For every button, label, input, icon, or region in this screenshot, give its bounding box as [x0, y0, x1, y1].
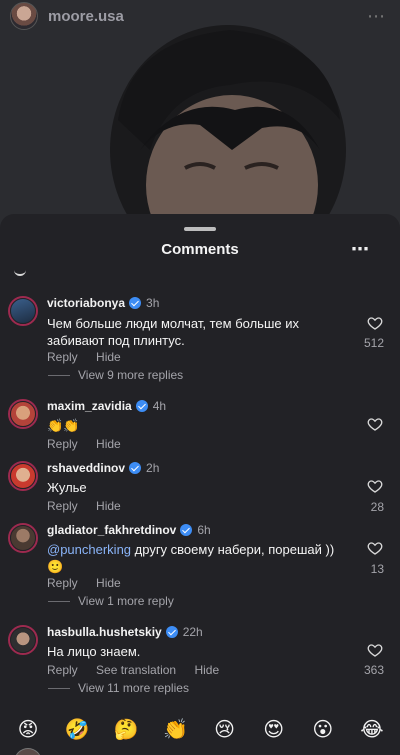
comment-text: На лицо знаем. [47, 644, 141, 659]
reply-button[interactable]: Reply [47, 576, 78, 590]
replies-divider [48, 374, 70, 376]
emoji-heart-eyes[interactable]: 😍 [260, 717, 288, 742]
view-more-replies-label: View 9 more replies [78, 368, 184, 382]
view-more-replies[interactable]: View 1 more reply [48, 594, 174, 608]
comment-actions: Reply Hide [47, 350, 136, 364]
comment-header: victoriabonya 3h [47, 296, 159, 310]
emoji-surprised[interactable]: 😮 [309, 717, 337, 742]
comment-actions: Reply Hide [47, 499, 136, 513]
verified-badge-icon [129, 297, 142, 309]
verified-badge-icon [180, 524, 193, 536]
like-heart-icon[interactable] [367, 478, 383, 494]
comment-username[interactable]: rshaveddinov [47, 461, 125, 475]
comment-username[interactable]: maxim_zavidia [47, 399, 132, 413]
post-header: moore.usa ⋯ [0, 0, 400, 32]
comment-actions: Reply Hide [47, 437, 136, 451]
hide-button[interactable]: Hide [96, 499, 121, 513]
post-more-icon[interactable]: ⋯ [367, 6, 386, 27]
drag-handle[interactable] [184, 227, 216, 231]
comment-text: 👏👏 [47, 418, 80, 433]
sheet-more-icon[interactable]: ⋯ [351, 239, 370, 260]
like-heart-icon[interactable] [367, 540, 383, 556]
emoji-clap[interactable]: 👏 [161, 717, 189, 742]
comment-actions: Reply Hide [47, 576, 136, 590]
comment-time: 2h [146, 461, 160, 475]
comment-avatar[interactable] [8, 399, 38, 429]
hide-button[interactable]: Hide [96, 350, 121, 364]
like-heart-icon[interactable] [367, 642, 383, 658]
current-user-avatar[interactable] [14, 748, 42, 755]
post-avatar[interactable] [10, 2, 38, 30]
loading-spinner-icon [14, 268, 26, 276]
emoji-reaction-bar: 😡 🤣 🤔 👏 😢 😍 😮 😂 [0, 710, 400, 748]
verified-badge-icon [165, 626, 178, 638]
hide-button[interactable]: Hide [194, 663, 219, 677]
reply-button[interactable]: Reply [47, 350, 78, 364]
comment-header: gladiator_fakhretdinov 6h [47, 523, 211, 537]
comment-username[interactable]: gladiator_fakhretdinov [47, 523, 176, 537]
like-heart-icon[interactable] [367, 416, 383, 432]
sheet-title: Comments [161, 241, 239, 258]
emoji-joy[interactable]: 😂 [358, 717, 386, 742]
comment-text: Чем больше люди молчат, тем больше их за… [47, 316, 299, 348]
verified-badge-icon [135, 400, 148, 412]
reply-button[interactable]: Reply [47, 499, 78, 513]
like-count: 512 [363, 336, 384, 350]
view-more-replies[interactable]: View 9 more replies [48, 368, 183, 382]
comment-header: maxim_zavidia 4h [47, 399, 166, 413]
reply-button[interactable]: Reply [47, 663, 78, 677]
like-count: 13 [370, 562, 384, 576]
like-count: 363 [363, 663, 384, 677]
replies-divider [48, 600, 70, 602]
comment-text: Жулье [47, 480, 87, 495]
comments-sheet: Comments ⋯ victoriabonya 3h Чем больше л… [0, 214, 400, 755]
hide-button[interactable]: Hide [96, 576, 121, 590]
comment-time: 6h [197, 523, 211, 537]
comment-time: 3h [146, 296, 160, 310]
comment-time: 4h [152, 399, 167, 413]
comment-header: rshaveddinov 2h [47, 461, 159, 475]
comment-text-body: другу своему набери, порешай )) [131, 542, 335, 557]
replies-divider [48, 687, 70, 689]
verified-badge-icon [129, 462, 142, 474]
view-more-replies[interactable]: View 11 more replies [48, 681, 189, 695]
comment-username[interactable]: victoriabonya [47, 296, 125, 310]
view-more-replies-label: View 1 more reply [78, 594, 174, 608]
comment-username[interactable]: hasbulla.hushetskiy [47, 625, 162, 639]
like-count: 28 [370, 500, 384, 514]
comment-actions: Reply See translation Hide [47, 663, 234, 677]
comment-header: hasbulla.hushetskiy 22h [47, 625, 203, 639]
post-username[interactable]: moore.usa [48, 8, 124, 25]
comment-text-emoji: 🙂 [47, 559, 64, 574]
reply-button[interactable]: Reply [47, 437, 78, 451]
emoji-thinking[interactable]: 🤔 [112, 717, 140, 742]
comment-avatar[interactable] [8, 625, 38, 655]
comment-avatar[interactable] [8, 461, 38, 491]
comment-mention[interactable]: @puncherking [47, 542, 131, 557]
like-heart-icon[interactable] [367, 315, 383, 331]
post-image [0, 0, 400, 240]
post-photo-illustration [0, 0, 400, 240]
hide-button[interactable]: Hide [96, 437, 121, 451]
comment-avatar[interactable] [8, 523, 38, 553]
emoji-rofl[interactable]: 🤣 [63, 717, 91, 742]
see-translation-button[interactable]: See translation [96, 663, 176, 677]
comment-time: 22h [182, 625, 203, 639]
view-more-replies-label: View 11 more replies [78, 681, 189, 695]
emoji-angry[interactable]: 😡 [14, 717, 42, 742]
emoji-crying[interactable]: 😢 [211, 717, 239, 742]
comment-text: @puncherking другу своему набери, пореша… [47, 541, 347, 575]
comment-avatar[interactable] [8, 296, 38, 326]
